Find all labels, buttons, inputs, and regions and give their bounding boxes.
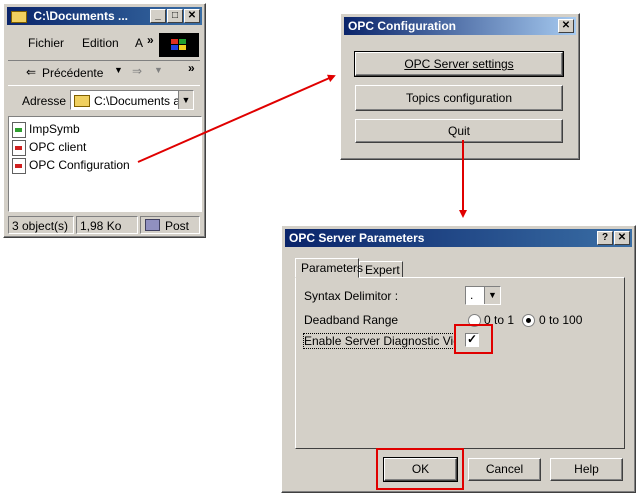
syntax-delimitor-label: Syntax Delimitor : bbox=[304, 289, 399, 303]
quit-button[interactable]: Quit bbox=[355, 119, 563, 143]
cancel-label: Cancel bbox=[485, 462, 524, 476]
toolbar-chevron-icon[interactable]: » bbox=[188, 61, 195, 75]
status-location: Post bbox=[165, 219, 190, 233]
deadband-radio-0to100[interactable] bbox=[522, 314, 535, 327]
toolbar: ⇐ Précédente ▼ ⇒ ▼ » bbox=[8, 60, 200, 86]
menu-chevron[interactable]: » bbox=[147, 33, 154, 47]
menu-more[interactable]: A bbox=[135, 36, 143, 50]
help-label: Help bbox=[574, 462, 599, 476]
cancel-button[interactable]: Cancel bbox=[468, 458, 541, 481]
help-icon[interactable]: ? bbox=[597, 231, 613, 245]
opc-params-title: OPC Server Parameters bbox=[289, 231, 425, 245]
highlight-ok-box bbox=[376, 448, 464, 490]
address-value: C:\Documents a bbox=[94, 94, 181, 108]
forward-dropdown-icon[interactable]: ▼ bbox=[154, 65, 163, 75]
opc-config-title: OPC Configuration bbox=[348, 19, 456, 33]
file-name: ImpSymb bbox=[29, 122, 80, 136]
tab-expert-label: Expert bbox=[365, 263, 400, 277]
quit-label: Quit bbox=[447, 124, 470, 138]
diagnostic-view-label: Enable Server Diagnostic View bbox=[303, 333, 455, 349]
deadband-option-0to100: 0 to 100 bbox=[539, 313, 583, 327]
folder-icon bbox=[11, 10, 27, 23]
file-name: OPC client bbox=[29, 140, 87, 154]
status-count: 3 object(s) bbox=[12, 219, 69, 233]
address-dropdown-icon[interactable]: ▼ bbox=[178, 91, 193, 109]
opc-server-settings-label: OPC Server settings bbox=[404, 57, 514, 71]
close-button[interactable]: ✕ bbox=[184, 9, 200, 23]
file-list: ImpSymb OPC client OPC Configuration bbox=[8, 116, 202, 212]
computer-icon bbox=[145, 219, 160, 231]
address-bar: Adresse C:\Documents a ▼ bbox=[8, 88, 200, 112]
menu-edition[interactable]: Edition bbox=[82, 36, 119, 50]
status-bar: 3 object(s) 1,98 Ko Post bbox=[7, 215, 202, 235]
status-size-panel: 1,98 Ko bbox=[76, 216, 138, 234]
close-button[interactable]: ✕ bbox=[614, 231, 630, 245]
topics-configuration-button[interactable]: Topics configuration bbox=[355, 85, 563, 111]
opc-config-window: OPC Configuration ✕ OPC Server settings … bbox=[340, 13, 580, 160]
syntax-delimitor-value: . bbox=[470, 288, 474, 302]
back-dropdown-icon[interactable]: ▼ bbox=[114, 65, 123, 75]
opc-config-titlebar[interactable]: OPC Configuration ✕ bbox=[344, 17, 576, 35]
explorer-titlebar[interactable]: C:\Documents ... _ □ ✕ bbox=[7, 7, 202, 25]
status-size: 1,98 Ko bbox=[80, 219, 122, 233]
opc-params-titlebar[interactable]: OPC Server Parameters ? ✕ bbox=[285, 229, 632, 247]
deadband-range-label: Deadband Range bbox=[304, 313, 399, 327]
address-input[interactable]: C:\Documents a ▼ bbox=[70, 90, 194, 110]
tab-parameters-label: Parameters bbox=[301, 261, 364, 275]
address-label: Adresse bbox=[22, 94, 67, 108]
maximize-button[interactable]: □ bbox=[167, 9, 183, 23]
help-button[interactable]: Help bbox=[550, 458, 623, 481]
windows-logo-icon bbox=[159, 33, 199, 57]
explorer-title: C:\Documents ... bbox=[33, 9, 129, 23]
highlight-checkbox-box bbox=[454, 324, 493, 354]
file-icon bbox=[12, 122, 26, 138]
topics-configuration-label: Topics configuration bbox=[405, 91, 513, 105]
chevron-down-icon[interactable]: ▼ bbox=[484, 287, 500, 304]
file-name: OPC Configuration bbox=[29, 158, 130, 172]
file-icon bbox=[12, 140, 26, 156]
folder-icon bbox=[74, 95, 90, 107]
status-count-panel: 3 object(s) bbox=[8, 216, 74, 234]
status-location-panel: Post bbox=[140, 216, 200, 234]
syntax-delimitor-select[interactable]: . ▼ bbox=[465, 286, 501, 305]
file-icon bbox=[12, 158, 26, 174]
minimize-button[interactable]: _ bbox=[150, 9, 166, 23]
forward-arrow-icon[interactable]: ⇒ bbox=[132, 64, 142, 78]
back-button[interactable]: Précédente bbox=[42, 66, 103, 80]
opc-server-settings-button[interactable]: OPC Server settings bbox=[354, 51, 564, 77]
back-arrow-icon: ⇐ bbox=[26, 65, 37, 79]
tab-parameters[interactable]: Parameters bbox=[295, 258, 363, 278]
explorer-window: C:\Documents ... _ □ ✕ Fichier Edition A… bbox=[3, 3, 206, 238]
menu-fichier[interactable]: Fichier bbox=[28, 36, 64, 50]
close-button[interactable]: ✕ bbox=[558, 19, 574, 33]
tab-expert[interactable]: Expert bbox=[359, 261, 403, 278]
